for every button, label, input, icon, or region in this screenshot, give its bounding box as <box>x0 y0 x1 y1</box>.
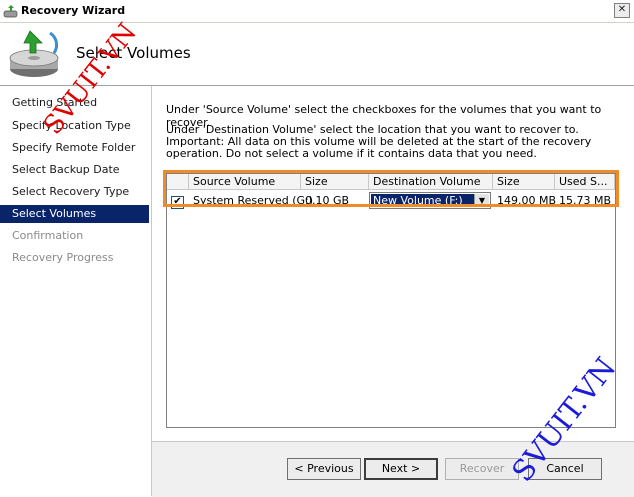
volumes-grid: Source Volume Size Destination Volume Si… <box>166 173 616 428</box>
step-select-volumes[interactable]: Select Volumes <box>0 205 149 223</box>
wizard-app-icon <box>3 3 19 19</box>
step-select-backup-date[interactable]: Select Backup Date <box>0 161 149 179</box>
step-specify-remote-folder[interactable]: Specify Remote Folder <box>0 139 149 157</box>
close-icon[interactable]: ✕ <box>614 3 630 18</box>
wizard-steps-sidebar: Getting Started Specify Location Type Sp… <box>0 86 152 496</box>
previous-button[interactable]: < Previous <box>287 458 361 480</box>
step-select-recovery-type[interactable]: Select Recovery Type <box>0 183 149 201</box>
window-title: Recovery Wizard <box>21 4 126 17</box>
highlight-outline <box>163 170 619 207</box>
step-recovery-progress: Recovery Progress <box>12 251 114 264</box>
wizard-content: Under 'Source Volume' select the checkbo… <box>152 86 634 441</box>
next-button[interactable]: Next > <box>364 458 438 480</box>
instruction-destination: Under 'Destination Volume' select the lo… <box>166 123 592 160</box>
step-confirmation: Confirmation <box>12 229 84 242</box>
backup-disk-icon <box>6 25 66 81</box>
title-bar: Recovery Wizard ✕ <box>0 0 634 23</box>
